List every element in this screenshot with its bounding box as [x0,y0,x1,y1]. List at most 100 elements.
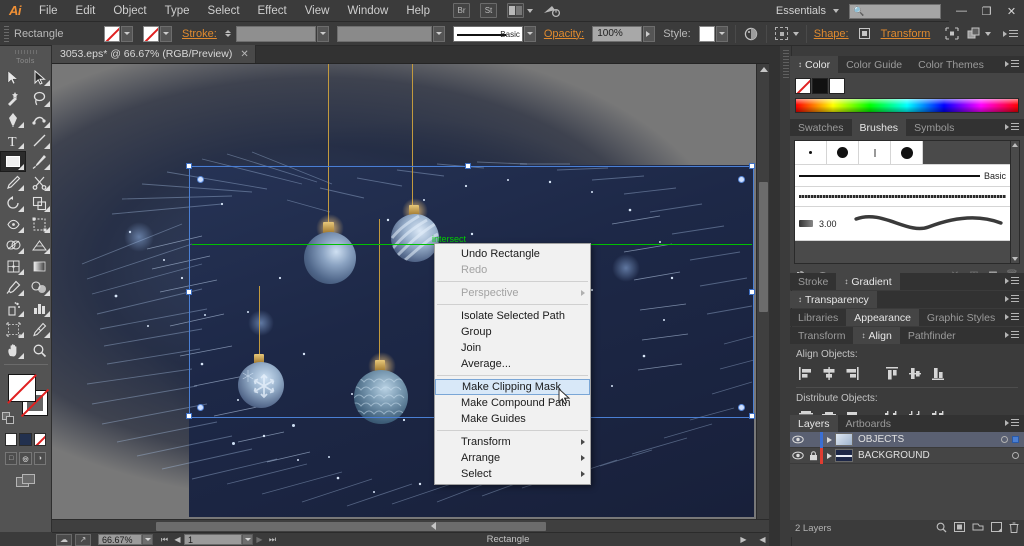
stroke-profile-dropdown-button[interactable] [432,25,445,42]
fill-dropdown-button[interactable] [121,25,133,42]
color-panel-menu-icon[interactable] [1005,60,1019,67]
scale-tool[interactable] [26,193,52,214]
opacity-input[interactable]: 100% [592,25,643,42]
draw-inside-icon[interactable]: ◑ [33,452,46,465]
screen-mode-button[interactable] [0,468,51,495]
color-spectrum-bar[interactable] [795,98,1019,113]
arrange-objects-icon[interactable] [966,26,982,42]
rectangle-tool[interactable] [0,151,26,172]
tab-color[interactable]: ↕ Color [790,56,839,73]
mesh-tool[interactable] [0,256,26,277]
close-icon[interactable]: ✕ [240,49,248,60]
brush-preset-dot-large[interactable] [827,141,859,164]
gradient-panel-menu-icon[interactable] [1005,277,1019,284]
chevron-down-icon[interactable] [527,8,533,13]
tab-graphic-styles[interactable]: Graphic Styles [918,309,1004,326]
workspace-chevron-down-icon[interactable] [833,9,839,13]
search-input[interactable]: 🔍 [849,3,941,19]
path-anchor-point[interactable] [197,176,204,183]
layer-expand-arrow-icon[interactable] [823,452,835,459]
width-tool[interactable] [0,214,26,235]
selection-handle-ml[interactable] [186,289,192,295]
selection-handle-bl[interactable] [186,413,192,419]
transparency-panel-menu-icon[interactable] [1005,295,1019,302]
draw-behind-icon[interactable]: ◎ [19,452,32,465]
layer-name[interactable]: OBJECTS [858,434,904,445]
rotate-tool[interactable] [0,193,26,214]
artboard-number-input[interactable]: 1 [184,534,242,545]
new-layer-icon[interactable] [991,522,1002,535]
tab-brushes[interactable]: Brushes [851,119,907,136]
scroll-down-icon[interactable] [1012,257,1018,261]
artboard-dropdown-button[interactable] [242,534,253,545]
opacity-label[interactable]: Opacity: [544,28,584,40]
color-swatch-gradient[interactable] [19,433,32,446]
share-icon[interactable]: ↗ [75,533,91,546]
scroll-up-icon[interactable] [760,67,768,72]
bridge-icon[interactable]: Br [453,3,470,18]
tab-stroke[interactable]: Stroke [790,273,837,290]
paintbrush-tool[interactable] [26,151,52,172]
minimize-button[interactable]: — [949,0,974,22]
tab-libraries[interactable]: Libraries [790,309,847,326]
canvas-area[interactable]: intersect [52,64,769,532]
layer-visibility-icon[interactable] [790,451,806,460]
align-vertical-center-icon[interactable] [905,364,925,382]
shape-builder-tool[interactable] [0,235,26,256]
align-chevron-down-icon[interactable] [792,31,799,36]
layer-selected-indicator[interactable] [1012,436,1019,443]
context-menu-item-transform[interactable]: Transform [435,434,590,450]
symbol-sprayer-tool[interactable] [0,298,26,319]
delete-layer-icon[interactable] [1009,522,1019,536]
context-menu-item-make-guides[interactable]: Make Guides [435,411,590,427]
context-menu[interactable]: Undo Rectangle Redo Perspective Isolate … [434,243,591,485]
layer-target-icon[interactable] [1001,436,1008,443]
path-anchor-point[interactable] [197,404,204,411]
slice-tool[interactable] [26,319,52,340]
menu-help[interactable]: Help [397,0,439,22]
appearance-panel-menu-icon[interactable] [1005,313,1019,320]
gradient-tool[interactable] [26,256,52,277]
default-fill-stroke-icon[interactable] [2,412,14,424]
table-row[interactable]: OBJECTS [790,431,1024,448]
selection-handle-tc[interactable] [465,163,471,169]
stroke-profile-input[interactable] [336,25,432,42]
lasso-tool[interactable] [26,88,52,109]
new-sublayer-icon[interactable] [972,522,984,535]
layer-target-icon[interactable] [1012,452,1019,459]
control-bar-grip[interactable] [4,25,9,42]
direct-selection-tool[interactable] [26,67,52,88]
cloud-sync-icon[interactable]: ☁ [56,533,72,546]
status-resize-grip[interactable]: ◀ [756,534,769,546]
isolate-selection-icon[interactable] [944,26,960,42]
align-bottom-icon[interactable] [928,364,948,382]
eyedropper-tool[interactable] [0,277,26,298]
context-menu-item-undo[interactable]: Undo Rectangle [435,246,590,262]
tab-gradient[interactable]: ↕ Gradient [836,273,900,290]
scroll-left-icon[interactable] [431,522,436,530]
context-menu-item-average[interactable]: Average... [435,356,590,372]
curvature-tool[interactable] [26,109,52,130]
tab-pathfinder[interactable]: Pathfinder [899,327,964,344]
context-menu-item-group[interactable]: Group [435,324,590,340]
fill-swatch[interactable] [104,25,120,42]
brush-definition-field[interactable]: Basic [452,25,523,42]
layer-name[interactable]: BACKGROUND [858,450,930,461]
scissors-tool[interactable] [26,172,52,193]
tab-appearance[interactable]: Appearance [846,309,919,326]
brush-preset-dot-small[interactable] [795,141,827,164]
line-segment-tool[interactable] [26,130,52,151]
color-swatch-white[interactable] [5,433,18,446]
arrange-documents-icon[interactable] [507,3,524,18]
brush-preset-stroke[interactable] [859,141,891,164]
stroke-weight-dropdown-button[interactable] [316,25,329,42]
brush-list[interactable]: Basic 3.00 [794,140,1011,264]
layer-visibility-icon[interactable] [790,435,806,444]
workspace-switch-icon[interactable] [543,3,560,18]
layers-panel-menu-icon[interactable] [1005,419,1019,426]
scroll-up-icon[interactable] [1012,143,1018,147]
align-top-icon[interactable] [882,364,902,382]
recolor-artwork-icon[interactable] [743,26,759,42]
align-icon[interactable] [774,26,790,42]
brushes-scrollbar[interactable] [1011,140,1020,264]
